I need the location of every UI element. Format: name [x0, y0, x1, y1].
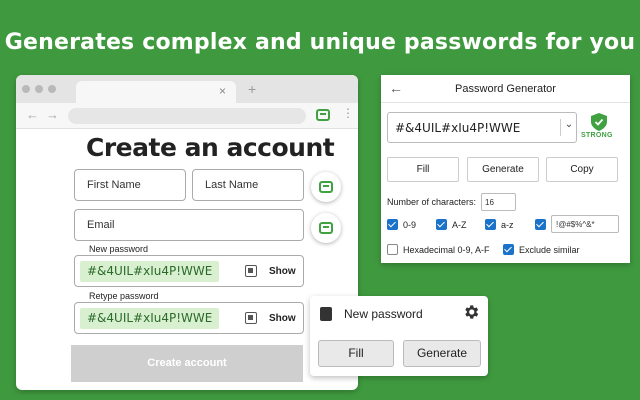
page-title: Create an account	[86, 133, 335, 162]
new-tab-icon[interactable]: +	[248, 81, 256, 97]
window-controls	[22, 85, 56, 93]
close-window-dot[interactable]	[22, 85, 30, 93]
address-bar-row: ← → ⋮	[16, 103, 358, 129]
chevron-down-icon[interactable]: ⌄	[560, 119, 577, 136]
roboform-icon	[320, 307, 332, 321]
browser-tab[interactable]: ×	[76, 81, 236, 103]
uppercase-label: A-Z	[452, 220, 467, 230]
url-input[interactable]	[68, 108, 306, 124]
generator-header: ← Password Generator	[381, 75, 630, 103]
copy-button[interactable]: Copy	[546, 157, 618, 182]
new-password-value: #&4UIL#xIu4P!WWE	[80, 261, 220, 282]
symbols-checkbox[interactable]	[535, 219, 546, 230]
minimize-window-dot[interactable]	[35, 85, 43, 93]
strength-label: STRONG	[581, 132, 613, 139]
new-password-field[interactable]: #&4UIL#xIu4P!WWE Show	[74, 255, 304, 287]
digits-label: 0-9	[403, 220, 417, 230]
lowercase-checkbox[interactable]	[485, 219, 496, 230]
popup-fill-button[interactable]: Fill	[318, 340, 394, 367]
num-chars-input[interactable]: 16	[481, 193, 516, 211]
browser-window: × + ← → ⋮ Create an account First Name L…	[16, 75, 358, 390]
show-password-label: Show	[269, 266, 296, 277]
exclude-similar-checkbox[interactable]	[503, 244, 514, 255]
browser-menu-icon[interactable]: ⋮	[342, 106, 354, 120]
maximize-window-dot[interactable]	[48, 85, 56, 93]
new-password-label: New password	[86, 244, 152, 254]
create-account-button[interactable]: Create account	[71, 345, 303, 382]
generate-button[interactable]: Generate	[467, 157, 539, 182]
tab-bar: × +	[16, 75, 358, 103]
headline: Generates complex and unique passwords f…	[4, 30, 636, 55]
email-field[interactable]: Email	[74, 209, 304, 241]
shield-check-icon	[591, 113, 607, 131]
show-retype-checkbox[interactable]	[245, 312, 257, 324]
digits-checkbox[interactable]	[387, 219, 398, 230]
num-chars-label: Number of characters:	[387, 197, 477, 207]
exclude-similar-label: Exclude similar	[519, 245, 580, 255]
generator-title: Password Generator	[455, 83, 556, 95]
gear-icon[interactable]	[462, 303, 480, 321]
roboform-fill-email-button[interactable]	[311, 213, 341, 243]
roboform-icon	[319, 222, 333, 234]
tab-close-icon[interactable]: ×	[219, 84, 226, 98]
fill-button[interactable]: Fill	[387, 157, 459, 182]
generated-password-field[interactable]: #&4UIL#xIu4P!WWE ⌄	[387, 112, 577, 143]
popup-title: New password	[344, 307, 423, 321]
first-name-field[interactable]: First Name	[74, 169, 186, 201]
generated-password-value: #&4UIL#xIu4P!WWE	[395, 121, 521, 135]
roboform-fill-name-button[interactable]	[311, 172, 341, 202]
symbols-input[interactable]: !@#$%^&*	[551, 215, 619, 233]
roboform-extension-icon[interactable]	[316, 109, 330, 121]
last-name-field[interactable]: Last Name	[192, 169, 304, 201]
retype-password-field[interactable]: #&4UIL#xIu4P!WWE Show	[74, 302, 304, 334]
retype-password-value: #&4UIL#xIu4P!WWE	[80, 308, 220, 329]
hex-checkbox[interactable]	[387, 244, 398, 255]
show-retype-label: Show	[269, 313, 296, 324]
back-arrow-icon[interactable]: ←	[26, 107, 39, 122]
retype-password-label: Retype password	[86, 291, 162, 301]
hex-label: Hexadecimal 0-9, A-F	[403, 245, 490, 255]
password-generator-panel: ← Password Generator #&4UIL#xIu4P!WWE ⌄ …	[381, 75, 630, 263]
lowercase-label: a-z	[501, 220, 514, 230]
new-password-popup: New password Fill Generate	[310, 296, 488, 376]
uppercase-checkbox[interactable]	[436, 219, 447, 230]
show-password-checkbox[interactable]	[245, 265, 257, 277]
forward-arrow-icon[interactable]: →	[46, 107, 59, 122]
roboform-icon	[319, 181, 333, 193]
popup-generate-button[interactable]: Generate	[403, 340, 481, 367]
